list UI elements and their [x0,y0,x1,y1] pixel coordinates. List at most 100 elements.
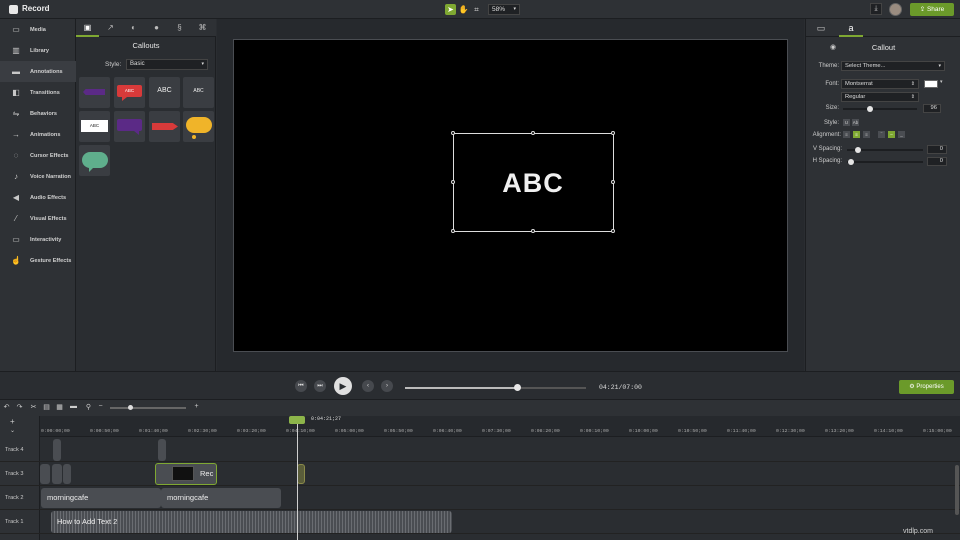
blur-tab-icon[interactable]: ● [145,19,168,37]
callout-thumb-purple-arrow[interactable] [79,77,110,108]
nav-item-animations[interactable]: → Animations [0,124,76,145]
previous-icon[interactable]: ‹ [362,380,374,392]
nav-item-gesture-effects[interactable]: ☝ Gesture Effects [0,250,76,271]
align-bottom-icon[interactable]: _ [898,131,905,138]
clip-track4[interactable] [53,439,61,461]
keystroke-tab-icon[interactable]: ⌘ [191,19,214,37]
undo-icon[interactable]: ↶ [2,403,11,411]
avatar[interactable] [889,3,902,16]
callout-thumb-text-small[interactable]: ABC [183,77,214,108]
download-icon[interactable]: ⤓ [870,3,882,15]
callout-thumb-white-box[interactable]: ABC [79,111,110,142]
step-back-icon[interactable]: ⏮ [295,380,307,392]
callout-thumb-red-arrow[interactable] [149,111,180,142]
resize-handle[interactable] [451,180,455,184]
style-select[interactable]: Basic ▾ [126,59,208,70]
resize-handle[interactable] [611,131,615,135]
callout-thumb-green-cloud[interactable] [79,145,110,176]
align-center-icon[interactable]: ≡ [853,131,860,138]
nav-item-voice-narration[interactable]: ♪ Voice Narration [0,166,76,187]
add-track-icon[interactable]: + [10,417,15,426]
zoom-out-icon[interactable]: − [96,403,105,410]
step-forward-icon[interactable]: ⏭ [314,380,326,392]
shape-tab-icon[interactable]: ◐ [122,19,145,37]
hspacing-slider[interactable] [847,161,923,163]
hspacing-input[interactable]: 0 [927,157,947,166]
clip-morningcafe[interactable]: morningcafe [41,488,161,508]
clip-morningcafe[interactable]: morningcafe [161,488,281,508]
nav-item-transitions[interactable]: ◧ Transitions [0,82,76,103]
chevron-down-icon[interactable]: ▾ [940,79,943,85]
nav-item-library[interactable]: ▥ Library [0,40,76,61]
time-ruler[interactable]: 0:00:00;00 0:00:50;00 0:01:40;00 0:02:30;00… [40,416,960,437]
cut-icon[interactable]: ✂ [29,403,38,411]
copy-icon[interactable]: ▤ [42,403,51,411]
vspacing-input[interactable]: 0 [927,145,947,154]
resize-handle[interactable] [611,180,615,184]
sketch-tab-icon[interactable]: § [168,19,191,37]
nav-item-media[interactable]: ▭ Media [0,19,76,40]
clip-track3[interactable] [63,464,71,484]
next-icon[interactable]: › [381,380,393,392]
zoom-in-icon[interactable]: + [192,403,201,410]
timeline-zoom-slider[interactable] [110,407,186,409]
clip-track3[interactable] [52,464,62,484]
resize-handle[interactable] [611,229,615,233]
nav-item-visual-effects[interactable]: ⁄ Visual Effects [0,208,76,229]
arrow-tab-icon[interactable]: ↗ [99,19,122,37]
split-icon[interactable]: ▬ [69,403,78,410]
redo-icon[interactable]: ↷ [15,403,24,411]
nav-item-audio-effects[interactable]: ◀ Audio Effects [0,187,76,208]
align-left-icon[interactable]: ≡ [843,131,850,138]
align-right-icon[interactable]: ≡ [863,131,870,138]
font-select[interactable]: Montserrat ⇕ [841,79,919,89]
playhead-handle[interactable] [289,416,305,424]
play-button[interactable]: ▶ [334,377,352,395]
resize-handle[interactable] [531,131,535,135]
theme-select[interactable]: Select Theme... ▾ [841,61,945,71]
nav-item-cursor-effects[interactable]: ◌ Cursor Effects [0,145,76,166]
text-case-icon[interactable]: Ab [852,119,859,126]
callout-thumb-yellow-cloud[interactable] [183,111,214,142]
clip-track4[interactable] [158,439,166,461]
resize-handle[interactable] [451,131,455,135]
crop-icon[interactable]: ⌗ [471,4,482,15]
callout-thumb-purple-bubble[interactable] [114,111,145,142]
clip-track3[interactable] [40,464,50,484]
size-input[interactable]: 96 [923,104,941,113]
align-top-icon[interactable]: ‾ [878,131,885,138]
selection-box[interactable] [451,131,615,233]
align-middle-icon[interactable]: – [888,131,895,138]
share-button[interactable]: ⇪ Share [910,3,954,16]
vspacing-knob[interactable] [855,147,861,153]
collapse-icon[interactable]: ⌄ [10,427,15,434]
callout-tab-icon[interactable]: ▣ [76,19,99,37]
resize-handle[interactable] [531,229,535,233]
resize-handle[interactable] [451,229,455,233]
hand-icon[interactable]: ✋ [458,4,469,15]
vertical-scrollbar[interactable] [955,465,959,515]
nav-item-behaviors[interactable]: ⇋ Behaviors [0,103,76,124]
playhead[interactable] [297,416,298,540]
clip-callout[interactable] [297,464,305,484]
nav-item-annotations[interactable]: ▬ Annotations [0,61,76,82]
callout-thumb-red-bubble[interactable]: ABC [114,77,145,108]
paste-icon[interactable]: ▦ [55,403,64,411]
zoom-icon[interactable]: ⚲ [84,403,93,411]
size-slider-knob[interactable] [867,106,873,112]
font-color-swatch[interactable] [924,80,938,88]
video-props-tab-icon[interactable]: ▭ [809,19,833,37]
pointer-icon[interactable]: ➤ [445,4,456,15]
nav-item-interactivity[interactable]: ▭ Interactivity [0,229,76,250]
font-weight-select[interactable]: Regular ⇕ [841,92,919,102]
timeline-zoom-knob[interactable] [128,405,133,410]
underline-icon[interactable]: U [843,119,850,126]
clip-how-to-add-text[interactable]: How to Add Text 2 [51,511,452,533]
properties-button[interactable]: ⚙ Properties [899,380,954,394]
zoom-select[interactable]: 58% ▾ [488,4,520,15]
scrub-knob[interactable] [514,384,522,391]
size-slider[interactable] [843,108,917,110]
callout-thumb-text-large[interactable]: ABC [149,77,180,108]
text-props-tab-icon[interactable]: a [839,19,863,37]
hspacing-knob[interactable] [848,159,854,165]
